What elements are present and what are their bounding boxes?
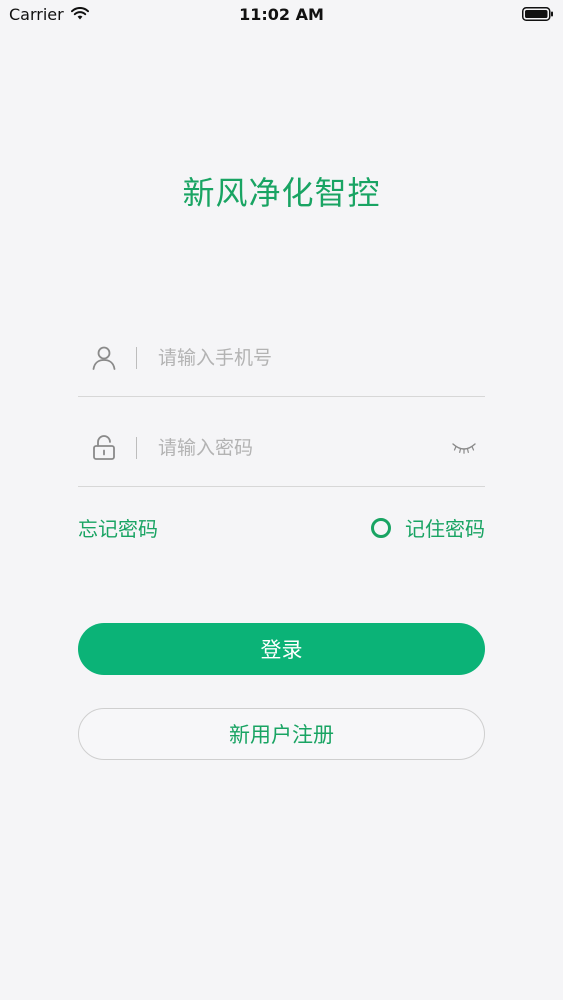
app-title: 新风净化智控: [182, 174, 381, 212]
phone-field: [78, 308, 485, 397]
phone-input[interactable]: [158, 338, 448, 378]
status-time: 11:02 AM: [239, 5, 324, 24]
password-field: [78, 398, 485, 487]
password-input[interactable]: [158, 428, 448, 468]
remember-password-label: 记住密码: [405, 517, 485, 541]
forgot-password-link[interactable]: 忘记密码: [78, 513, 158, 542]
status-bar: Carrier 11:02 AM: [0, 0, 563, 30]
unlock-icon: [90, 434, 118, 462]
field-separator: [136, 437, 137, 459]
eye-closed-icon[interactable]: [451, 436, 477, 458]
radio-icon[interactable]: [371, 517, 391, 538]
field-separator: [136, 347, 137, 369]
login-button[interactable]: 登录: [78, 623, 485, 675]
user-icon: [90, 344, 118, 372]
battery-icon: [522, 6, 554, 21]
register-button[interactable]: 新用户注册: [78, 708, 485, 760]
remember-password-toggle[interactable]: 记住密码: [371, 513, 485, 542]
